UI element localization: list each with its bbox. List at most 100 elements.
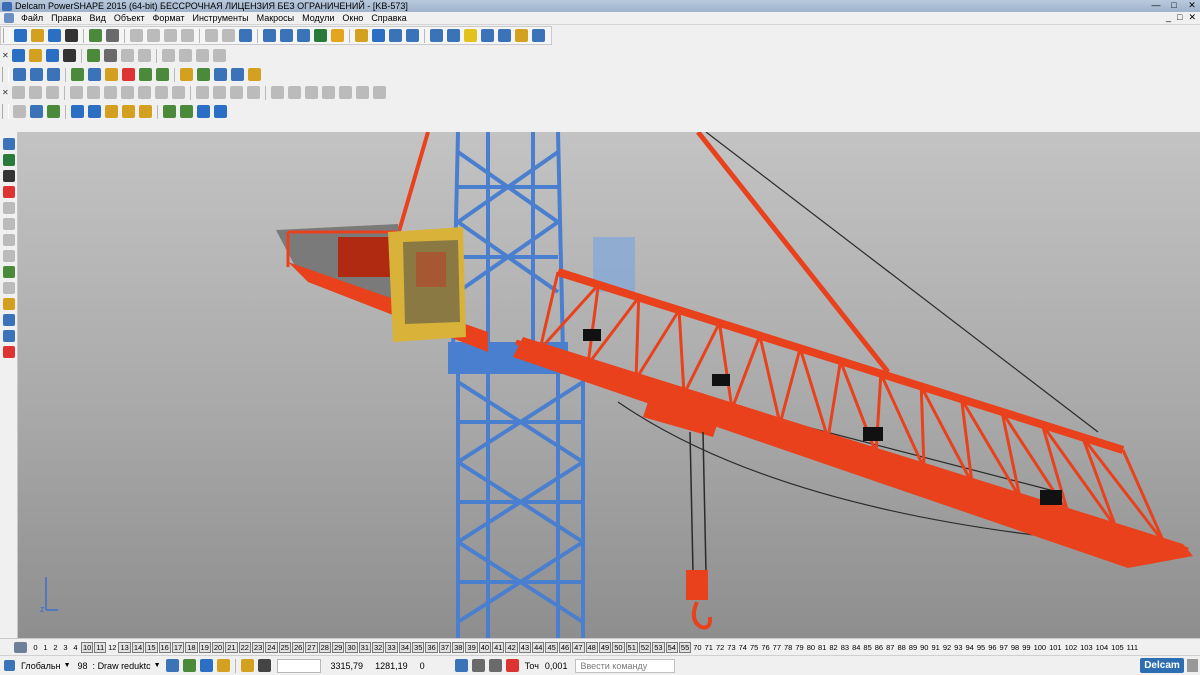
side-tool-icon[interactable] [2,234,15,246]
level-button[interactable]: 102 [1064,642,1079,653]
toolbar-tool-icon[interactable] [138,86,151,99]
grid-icon[interactable] [257,659,271,672]
toolbar-tool-icon[interactable] [12,49,25,62]
menu-tools[interactable]: Инструменты [188,13,252,23]
toolbar-tool-icon[interactable] [213,49,226,62]
level-button[interactable]: 2 [51,642,60,653]
level-button[interactable]: 75 [749,642,759,653]
side-tool-icon[interactable] [2,250,15,262]
level-button[interactable]: 47 [572,641,585,653]
level-button[interactable]: 32 [372,641,385,653]
level-button[interactable]: 85 [862,642,872,653]
level-button[interactable]: 38 [452,641,465,653]
level-button[interactable]: 11 [94,641,107,653]
level-button[interactable]: 10 [81,641,94,653]
level-button[interactable]: 39 [465,641,478,653]
toolbar-tool-icon[interactable] [105,68,118,81]
level-button[interactable]: 42 [505,641,518,653]
toolbar-grip[interactable] [3,28,10,43]
group-icon[interactable] [165,659,179,672]
level-button[interactable]: 84 [851,642,861,653]
level-button[interactable]: 52 [638,641,652,653]
menu-help[interactable]: Справка [367,13,410,23]
toolbar-tool-icon[interactable] [122,105,135,118]
level-button[interactable]: 97 [999,642,1009,653]
toolbar-tool-icon[interactable] [139,105,152,118]
toolbar-tool-icon[interactable] [280,29,293,42]
side-tool-icon[interactable] [2,138,15,150]
level-button[interactable]: 53 [652,641,665,653]
level-button[interactable]: 76 [760,642,770,653]
toolbar-tool-icon[interactable] [322,86,335,99]
level-button[interactable]: 18 [185,641,198,653]
toolbar-tool-icon[interactable] [179,49,192,62]
calculator-icon[interactable] [454,659,468,672]
level-button[interactable]: 92 [942,642,952,653]
toolbar-tool-icon[interactable] [263,29,276,42]
toolbar-tool-icon[interactable] [87,86,100,99]
side-tool-icon[interactable] [2,154,15,166]
toolbar-tool-icon[interactable] [48,29,61,42]
toolbar-tool-icon[interactable] [356,86,369,99]
toolbar-tool-icon[interactable] [180,105,193,118]
toolbar-tool-icon[interactable] [31,29,44,42]
toolbar-tool-icon[interactable] [214,105,227,118]
toolbar-tool-icon[interactable] [498,29,511,42]
levels-icon[interactable] [14,641,27,653]
toolbar-tool-icon[interactable] [181,29,194,42]
menu-window[interactable]: Окно [338,13,367,23]
level-button[interactable]: 15 [145,641,158,653]
level-button[interactable]: 94 [965,642,975,653]
toolbar-tool-icon[interactable] [65,29,78,42]
level-button[interactable]: 87 [885,642,895,653]
close-button[interactable]: ✕ [1186,0,1198,11]
toolbar-tool-icon[interactable] [106,29,119,42]
level-button[interactable]: 49 [598,641,612,653]
level-button[interactable]: 98 [1010,642,1020,653]
level-button[interactable]: 19 [198,641,211,653]
level-button[interactable]: 104 [1095,642,1110,653]
level-button[interactable]: 29 [331,641,345,653]
level-button[interactable]: 91 [930,642,940,653]
level-button[interactable]: 105 [1110,642,1125,653]
toolbar-tool-icon[interactable] [29,86,42,99]
workplane-icon[interactable] [4,660,15,671]
toolbar-tool-icon[interactable] [447,29,460,42]
toolbar-tool-icon[interactable] [430,29,443,42]
toolbar-tool-icon[interactable] [373,86,386,99]
level-button[interactable]: 50 [612,641,625,653]
toolbar-tool-icon[interactable] [297,29,310,42]
toolbar-tool-icon[interactable] [481,29,494,42]
toolbar-tool-icon[interactable] [162,49,175,62]
level-button[interactable]: 20 [211,641,225,653]
level-button[interactable]: 86 [874,642,884,653]
level-button[interactable]: 89 [908,642,918,653]
level-button[interactable]: 36 [425,641,438,653]
toolbar-tool-icon[interactable] [271,86,284,99]
toolbar-tool-icon[interactable] [88,68,101,81]
tolerance-value[interactable]: 0,001 [545,661,568,671]
toolbar-tool-icon[interactable] [71,105,84,118]
level-button[interactable]: 41 [492,641,505,653]
level-button[interactable]: 37 [438,641,452,653]
toolbar-tool-icon[interactable] [138,49,151,62]
side-tool-icon[interactable] [2,186,15,198]
side-tool-icon[interactable] [2,282,15,294]
level-button[interactable]: 74 [738,642,748,653]
level-button[interactable]: 78 [783,642,793,653]
level-button[interactable]: 77 [772,642,782,653]
level-button[interactable]: 93 [953,642,963,653]
document-icon[interactable] [4,13,14,23]
level-button[interactable]: 1 [41,642,50,653]
level-button[interactable]: 46 [558,641,572,653]
toolbar-tool-icon[interactable] [213,86,226,99]
level-button[interactable]: 40 [478,641,492,653]
minimize-button[interactable]: — [1150,0,1162,11]
toolbar-close-icon[interactable]: ✕ [2,88,10,97]
level-button[interactable]: 45 [545,641,558,653]
toolbar-close-icon[interactable]: ✕ [2,51,10,60]
level-button[interactable]: 25 [278,641,291,653]
toolbar-grip[interactable] [2,104,9,119]
level-button[interactable]: 26 [291,641,305,653]
toolbar-tool-icon[interactable] [239,29,252,42]
